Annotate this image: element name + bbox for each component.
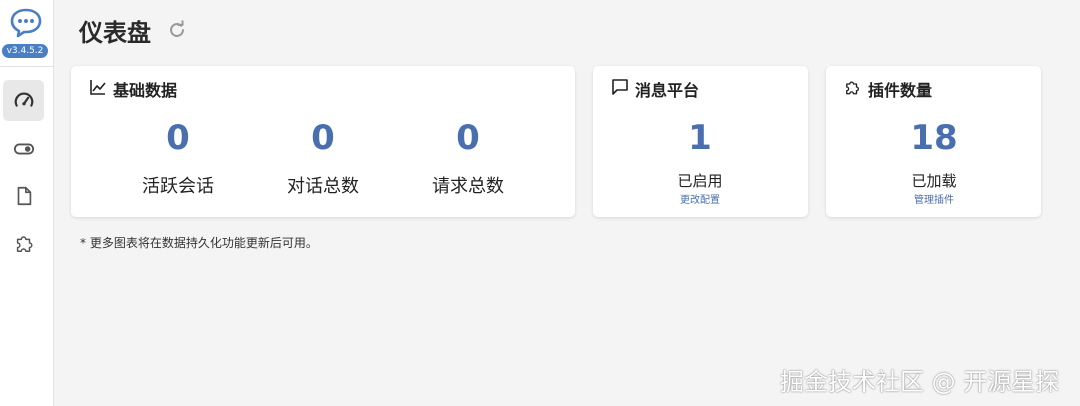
plugins-loaded-label: 已加载 — [911, 172, 957, 190]
chat-bubble-icon — [612, 79, 628, 95]
platform-enabled-label: 已启用 — [677, 172, 723, 190]
sidebar: v3.4.5.2 — [0, 0, 54, 406]
sidebar-item-plugins[interactable] — [3, 222, 44, 263]
plugin-count-title: 插件数量 — [868, 81, 933, 100]
manage-plugins-link[interactable]: 管理插件 — [874, 191, 994, 206]
active-sessions-value: 0 — [166, 118, 190, 158]
total-conversations-label: 对话总数 — [287, 176, 359, 197]
sidebar-divider — [0, 66, 53, 67]
change-config-link[interactable]: 更改配置 — [640, 191, 760, 206]
watermark: 掘金技术社区 @ 开源星探 — [780, 368, 1060, 396]
message-platform-title: 消息平台 — [635, 81, 700, 100]
sidebar-item-switch[interactable] — [3, 128, 44, 169]
platform-enabled-value: 1 — [688, 118, 712, 158]
chart-line-icon — [90, 80, 106, 95]
plugins-loaded-value: 18 — [910, 118, 958, 158]
logo-chat-icon — [10, 8, 42, 38]
version-badge: v3.4.5.2 — [2, 44, 48, 58]
total-requests-label: 请求总数 — [432, 176, 504, 197]
active-sessions-label: 活跃会话 — [142, 176, 214, 197]
footnote: * 更多图表将在数据持久化功能更新后可用。 — [80, 236, 318, 250]
puzzle-icon — [16, 235, 33, 252]
basic-data-title: 基础数据 — [113, 81, 178, 100]
refresh-icon[interactable] — [166, 19, 188, 41]
app-root: v3.4.5.2 仪表盘 基础数据 0 活跃会话 0 对话总数 0 请求总数 消… — [0, 0, 1080, 406]
total-conversations-value: 0 — [311, 118, 335, 158]
sidebar-item-dashboard[interactable] — [3, 80, 44, 121]
total-requests-value: 0 — [456, 118, 480, 158]
sidebar-item-documents[interactable] — [3, 175, 44, 216]
toggle-icon — [13, 143, 34, 154]
page-title: 仪表盘 — [79, 19, 151, 47]
file-icon — [17, 186, 31, 205]
puzzle-icon — [846, 81, 860, 95]
speedometer-icon — [14, 92, 33, 107]
